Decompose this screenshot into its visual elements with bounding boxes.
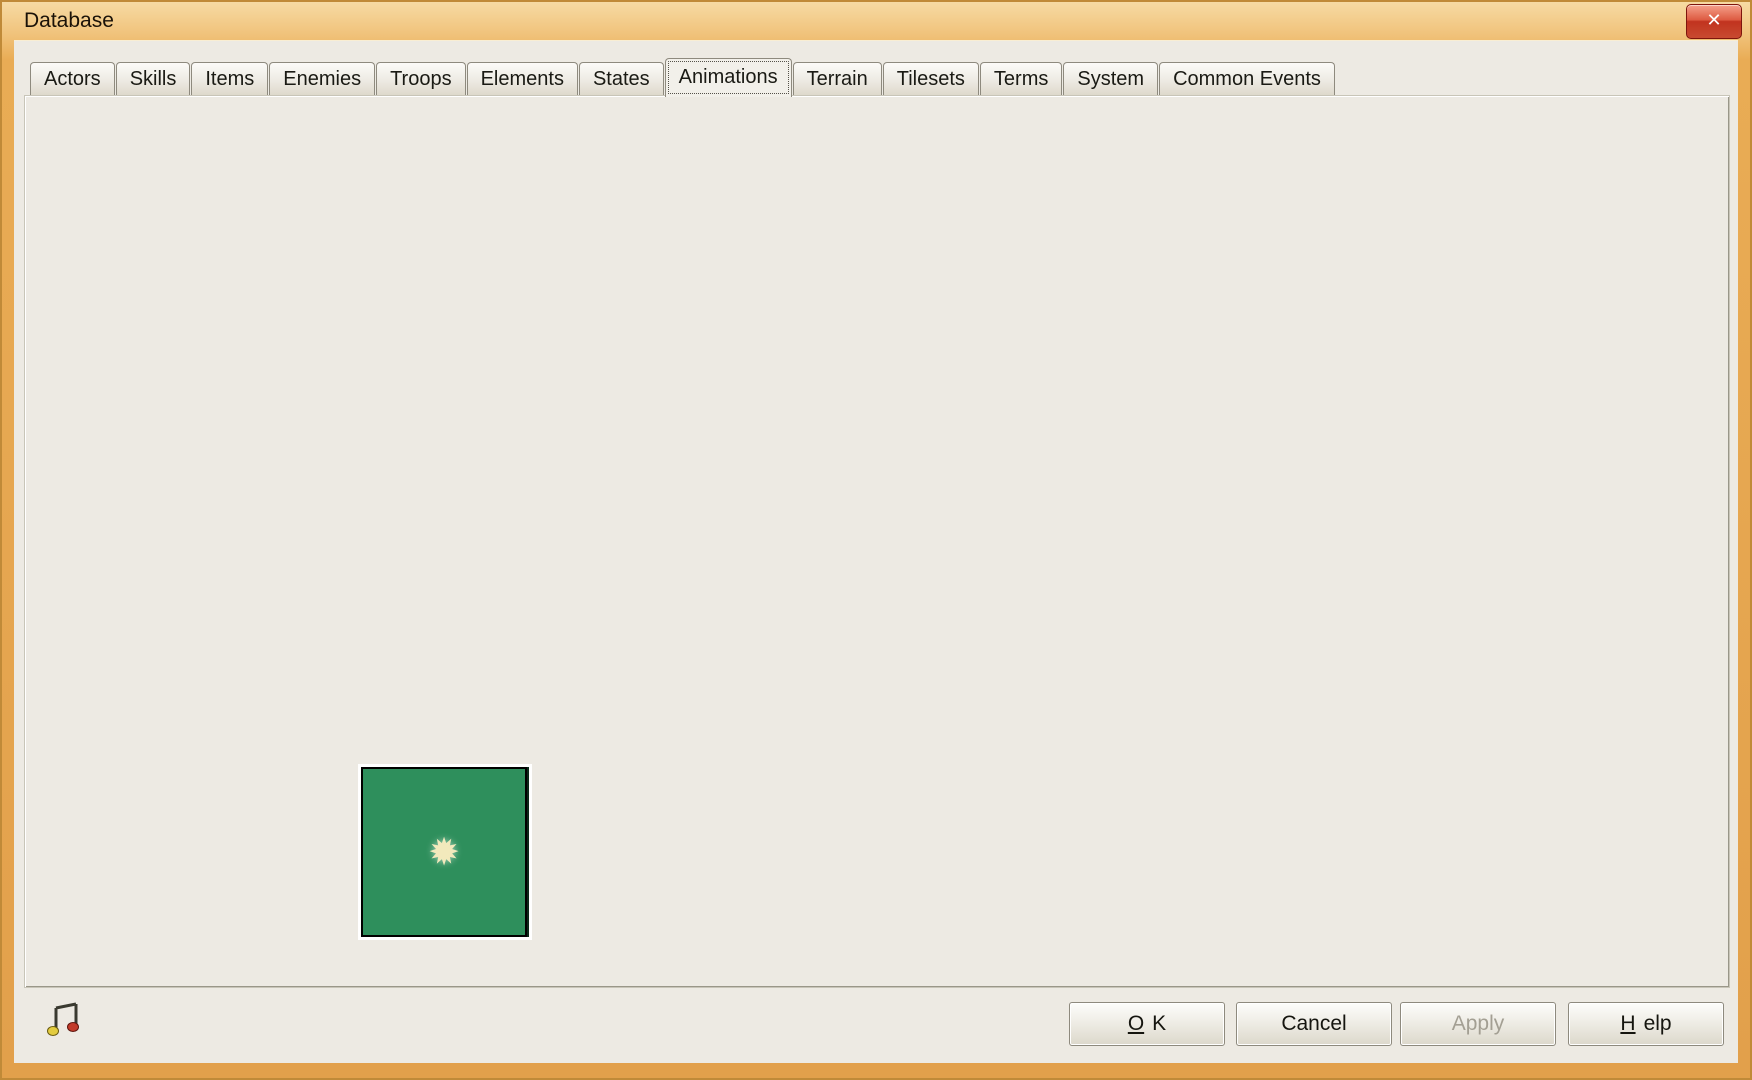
tab-states[interactable]: States (579, 62, 664, 95)
tab-terms[interactable]: Terms (980, 62, 1062, 95)
help-button[interactable]: Help (1568, 1002, 1724, 1046)
close-button[interactable]: ✕ (1686, 4, 1742, 39)
tab-items[interactable]: Items (191, 62, 268, 95)
ok-button[interactable]: OK (1069, 1002, 1225, 1046)
window-title: Database (24, 9, 114, 33)
tab-common-events[interactable]: Common Events (1159, 62, 1335, 95)
apply-button[interactable]: Apply (1400, 1002, 1556, 1046)
burst-icon: ✹ (428, 830, 460, 875)
music-note-icon (44, 1000, 82, 1042)
strip-cell-1[interactable]: ✹ (361, 767, 529, 937)
tab-bar: ActorsSkillsItemsEnemiesTroopsElementsSt… (30, 57, 1336, 95)
database-window: Database ✕ ActorsSkillsItemsEnemiesTroop… (0, 0, 1752, 1080)
tab-animations[interactable]: Animations (665, 58, 792, 97)
tab-enemies[interactable]: Enemies (269, 62, 375, 95)
tab-elements[interactable]: Elements (467, 62, 578, 95)
tab-system[interactable]: System (1063, 62, 1158, 95)
tab-actors[interactable]: Actors (30, 62, 115, 95)
cancel-button[interactable]: Cancel (1236, 1002, 1392, 1046)
tab-terrain[interactable]: Terrain (793, 62, 882, 95)
tab-skills[interactable]: Skills (116, 62, 191, 95)
tab-troops[interactable]: Troops (376, 62, 466, 95)
tab-page (24, 95, 1730, 988)
close-icon: ✕ (1706, 10, 1721, 30)
tab-tilesets[interactable]: Tilesets (883, 62, 979, 95)
